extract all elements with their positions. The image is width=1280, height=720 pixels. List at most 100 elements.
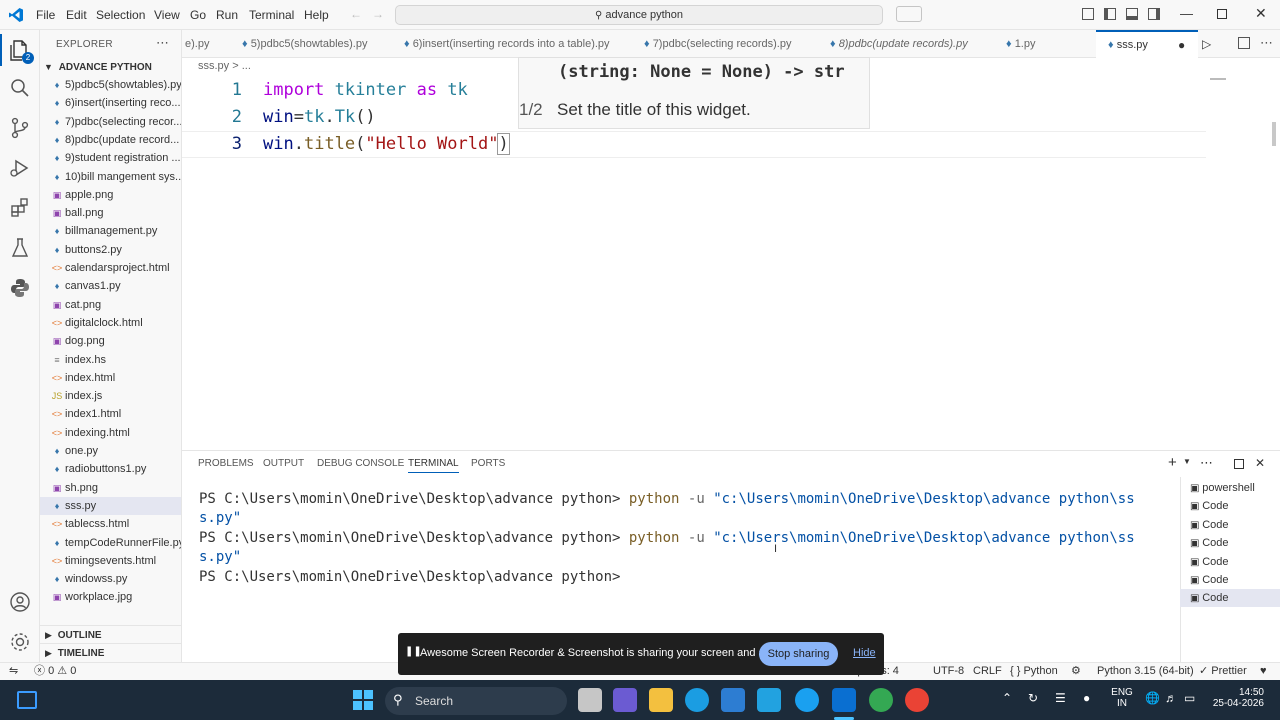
tab-insert-records[interactable]: ♦ 6)insert(inserting records into a tabl… [394,30,634,58]
scrollbar-thumb[interactable] [1272,122,1276,146]
file-item[interactable]: ♦ radiobuttons1.py [40,460,181,478]
file-item[interactable]: ♦ buttons2.py [40,241,181,259]
remote-icon[interactable]: ⇋ [9,663,18,680]
file-item[interactable]: ♦ 8)pdbc(update record... [40,131,181,149]
python-icon[interactable] [8,276,32,300]
terminal-list-item[interactable]: ▣ powershell [1180,479,1280,497]
extensions-icon[interactable] [8,196,32,220]
terminal-list-item[interactable]: ▣ Code [1180,516,1280,534]
file-item[interactable]: ♦ 6)insert(inserting reco... [40,94,181,112]
customize-layout-icon[interactable] [1082,8,1094,20]
volume-icon[interactable]: ♬ [1165,691,1177,705]
close-window-icon[interactable]: ✕ [1255,5,1267,22]
timeline-section[interactable]: ▶ TIMELINE [40,643,181,661]
file-item[interactable]: ♦ windowss.py [40,570,181,588]
file-item[interactable]: <> indexing.html [40,424,181,442]
toggle-panel-icon[interactable] [1126,8,1138,20]
taskbar-search[interactable]: ⚲ Search [385,687,567,715]
menu-selection[interactable]: Selection [90,0,151,30]
file-item[interactable]: ▣ ball.png [40,204,181,222]
clock[interactable]: 14:50 25-04-2026 [1212,687,1264,709]
maximize-panel-icon[interactable] [1234,459,1244,469]
prettier-status[interactable]: ✓ Prettier [1199,663,1247,680]
sync-icon[interactable]: ↻ [1028,691,1038,705]
tab-pdbc5-showtables[interactable]: ♦ 5)pdbc5(showtables).py [226,30,394,58]
breadcrumb[interactable]: sss.py > ... [198,60,251,72]
file-item[interactable]: ♦ one.py [40,442,181,460]
menu-terminal[interactable]: Terminal [243,0,300,30]
hide-link[interactable]: Hide [853,647,876,659]
unsaved-dot-icon[interactable]: ● [1178,32,1185,58]
language-status[interactable]: { } Python [1010,663,1058,680]
new-terminal-icon[interactable]: + [1168,454,1177,471]
file-item[interactable]: ♦ 10)bill mangement sys... [40,168,181,186]
close-panel-icon[interactable]: ✕ [1255,456,1265,470]
file-item[interactable]: ♦ tempCodeRunnerFile.py [40,534,181,552]
source-control-icon[interactable] [8,116,32,140]
start-windows-icon[interactable] [352,689,374,711]
terminal-list-item[interactable]: ▣ Code [1180,534,1280,552]
tab-selecting-records[interactable]: ♦ 7)pdbc(selecting records).py [634,30,814,58]
file-item[interactable]: ♦ canvas1.py [40,277,181,295]
settings-gear-icon[interactable] [8,630,32,654]
file-item[interactable]: <> calendarsproject.html [40,259,181,277]
file-explorer-icon[interactable] [649,688,673,712]
minimap[interactable] [1210,78,1226,80]
split-editor-icon[interactable] [1238,37,1250,49]
file-item[interactable]: ♦ 5)pdbc5(showtables).py [40,76,181,94]
tab-problems[interactable]: PROBLEMS [198,458,254,469]
stop-sharing-button[interactable]: Stop sharing [759,642,838,666]
tab-ports[interactable]: PORTS [471,458,505,469]
python-env-icon[interactable]: ⚙ [1071,663,1081,680]
chrome-icon[interactable] [905,688,929,712]
menu-run[interactable]: Run [210,0,244,30]
menu-edit[interactable]: Edit [60,0,93,30]
toggle-sidebar-icon[interactable] [1104,8,1116,20]
network-icon[interactable]: 🌐 [1145,691,1160,705]
restore-icon[interactable] [1217,9,1227,19]
tab-1-py[interactable]: ♦ 1.py [994,30,1094,58]
file-item[interactable]: ♦ 7)pdbc(selecting recor... [40,113,181,131]
file-item[interactable]: ▣ workplace.jpg [40,588,181,606]
chrome-icon[interactable] [869,688,893,712]
accounts-icon[interactable] [8,590,32,614]
outline-section[interactable]: ▶ OUTLINE [40,625,181,643]
more-actions-icon[interactable]: ⋯ [1200,455,1213,471]
encoding-status[interactable]: UTF-8 [933,663,964,680]
menu-go[interactable]: Go [184,0,212,30]
chevron-down-icon[interactable]: ▼ [1183,457,1191,466]
menu-view[interactable]: View [148,0,186,30]
eol-status[interactable]: CRLF [973,663,1002,680]
back-arrow-icon[interactable]: ← [350,7,362,21]
toggle-secondary-sidebar-icon[interactable] [1148,8,1160,20]
tab-update-records[interactable]: ♦ 8)pdbc(update records).py [814,30,994,58]
terminal-list-item[interactable]: ▣ Code [1180,571,1280,589]
terminal-list-item[interactable]: ▣ Code [1180,553,1280,571]
tab-sss-py[interactable]: ♦ sss.py ● [1096,30,1198,58]
microphone-icon[interactable]: ● [1083,691,1090,705]
notifications-bell-icon[interactable]: ♥ [1260,663,1267,680]
file-item[interactable]: ▣ apple.png [40,186,181,204]
run-debug-icon[interactable] [8,156,32,180]
overload-counter[interactable]: 1/2 [519,100,543,120]
copilot-app-icon[interactable] [613,688,637,712]
terminal-line-3[interactable]: PS C:\Users\momin\OneDrive\Desktop\advan… [199,569,620,585]
tab-terminal[interactable]: TERMINAL [408,458,459,473]
folder-header[interactable]: ▼ ADVANCE PYTHON [40,58,181,76]
file-item[interactable]: <> digitalclock.html [40,314,181,332]
file-item[interactable]: ▣ dog.png [40,332,181,350]
more-actions-icon[interactable]: ⋯ [1260,35,1273,51]
file-item[interactable]: JS index.js [40,387,181,405]
file-item[interactable]: ▣ sh.png [40,479,181,497]
menu-file[interactable]: File [30,0,61,30]
file-item[interactable]: ♦ sss.py [40,496,181,515]
microsoft-store-icon[interactable] [721,688,745,712]
run-file-icon[interactable]: ▷ [1202,37,1211,51]
problems-status[interactable]: ⓧ 0 ⚠ 0 [34,663,76,680]
file-item[interactable]: ♦ 9)student registration ... [40,149,181,167]
app-icon[interactable] [795,688,819,712]
chevron-up-icon[interactable]: ⌃ [1002,691,1012,705]
file-item[interactable]: <> tablecss.html [40,515,181,533]
minimize-icon[interactable]: — [1180,6,1193,21]
file-item[interactable]: ▣ cat.png [40,296,181,314]
